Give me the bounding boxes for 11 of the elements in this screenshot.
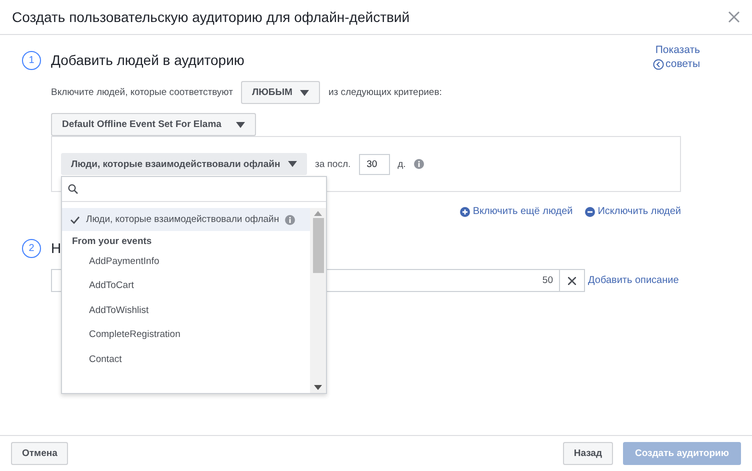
character-counter: 50 xyxy=(542,275,553,286)
criteria-label: Включите людей, которые соответствуют xyxy=(51,87,233,98)
step-number: 2 xyxy=(22,238,41,258)
period-label: за посл. xyxy=(315,158,351,170)
section-title: Добавить людей в аудиторию xyxy=(51,52,244,68)
step-number: 1 xyxy=(22,50,41,70)
unit-label: д. xyxy=(398,158,406,170)
section-title: Н xyxy=(51,240,62,256)
dialog-title: Создать пользовательскую аудиторию для офлайн-действий xyxy=(12,9,410,25)
menu-group-header: From your events xyxy=(71,234,153,248)
criteria-label: из следующих критериев: xyxy=(328,87,442,98)
